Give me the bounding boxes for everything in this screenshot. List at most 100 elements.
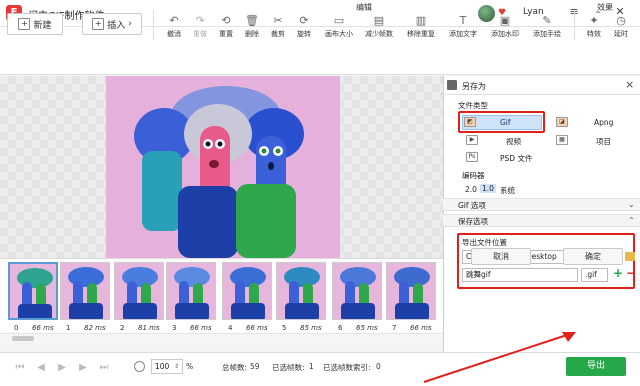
previous-frame-icon[interactable]: ◀ <box>35 361 47 375</box>
scissors-icon: ✂ <box>273 14 283 27</box>
frame-duration: 66 ms <box>32 324 54 332</box>
add-text-label: 添加文字 <box>449 30 477 38</box>
apng-format-icon: ◪ <box>556 117 568 127</box>
extension-select[interactable]: .gif <box>581 268 608 282</box>
effects-button[interactable]: ✦ 特效 <box>580 14 608 44</box>
gif-preview-image <box>106 76 340 258</box>
trash-icon: 🗑 <box>245 14 259 27</box>
frame-thumbnail[interactable] <box>114 262 164 320</box>
save-options-label: 保存选项 <box>458 217 488 226</box>
next-frame-icon[interactable]: ▶ <box>77 361 89 375</box>
format-psd-label[interactable]: PSD 文件 <box>500 153 532 164</box>
zoom-stepper-icon[interactable]: ⇕ <box>174 363 179 370</box>
frame-index: 1 <box>66 324 71 332</box>
gif-format-icon: ◩ <box>464 117 476 127</box>
reduce-frames-icon: ▤ <box>373 14 385 27</box>
last-frame-icon[interactable]: ⏭ <box>98 361 110 375</box>
zoom-icon[interactable] <box>134 361 145 372</box>
encoder-1-option[interactable]: 1.0 <box>480 184 496 193</box>
redo-icon: ↷ <box>195 14 205 27</box>
frame-index: 5 <box>282 324 287 332</box>
frame-duration: 66 ms <box>190 324 212 332</box>
frame-duration: 82 ms <box>84 324 106 332</box>
timeline-scrollbar[interactable] <box>0 333 443 343</box>
new-icon: + <box>18 18 31 30</box>
export-location-label: 导出文件位置 <box>462 238 507 247</box>
remove-icon[interactable]: − <box>626 266 636 280</box>
panel-close-icon[interactable]: × <box>625 78 634 91</box>
frame-index: 3 <box>172 324 177 332</box>
delay-label: 延时 <box>614 30 628 38</box>
delete-button[interactable]: 🗑 删除 <box>238 14 266 44</box>
frame-thumbnail[interactable] <box>276 262 326 320</box>
frame-thumbnail[interactable] <box>8 262 58 320</box>
remove-duplicates-button[interactable]: ▥ 移除重复 <box>404 14 438 44</box>
frame-thumbnail[interactable] <box>60 262 110 320</box>
total-frames-value: 59 <box>250 362 260 371</box>
gif-options-label: Gif 选项 <box>458 201 486 210</box>
confirm-button[interactable]: 确定 <box>563 248 623 265</box>
undo-icon: ↶ <box>169 14 179 27</box>
selected-index-value: 0 <box>376 362 381 371</box>
undo-button[interactable]: ↶ 撤消 <box>160 14 188 44</box>
new-button[interactable]: + 新建 <box>7 13 63 35</box>
insert-label: 插入 <box>107 20 126 31</box>
frame-thumbnail[interactable] <box>386 262 436 320</box>
zoom-input[interactable]: 100 ⇕ <box>151 359 183 374</box>
selected-frames-value: 1 <box>309 362 314 371</box>
frame-thumbnail[interactable] <box>166 262 216 320</box>
crop-button[interactable]: ✂ 裁剪 <box>264 14 292 44</box>
rotate-icon: ⟳ <box>299 14 309 27</box>
chevron-right-icon: › <box>128 19 132 29</box>
format-apng-label[interactable]: Apng <box>594 118 613 127</box>
zoom-value: 100 <box>155 362 170 371</box>
rotate-label: 旋转 <box>297 30 311 38</box>
panel-divider <box>443 94 640 95</box>
frame-duration: 81 ms <box>138 324 160 332</box>
watermark-icon: ▣ <box>499 14 511 27</box>
first-frame-icon[interactable]: ⏮ <box>14 361 26 375</box>
effects-label: 特效 <box>587 30 601 38</box>
zoom-unit: % <box>186 362 194 371</box>
canvas-size-button[interactable]: ▭ 画布大小 <box>322 14 356 44</box>
frame-index: 7 <box>392 324 397 332</box>
delay-button[interactable]: ◷ 延时 <box>607 14 635 44</box>
play-icon[interactable]: ▶ <box>56 361 68 375</box>
toolbar-divider <box>153 10 154 40</box>
filetype-label: 文件类型 <box>458 101 488 110</box>
new-label: 新建 <box>33 20 52 31</box>
add-watermark-button[interactable]: ▣ 添加水印 <box>488 14 522 44</box>
filename-input[interactable]: 跳舞gif <box>462 268 578 282</box>
format-project-label[interactable]: 项目 <box>596 136 611 147</box>
frame-thumbnail[interactable] <box>222 262 272 320</box>
chevron-down-icon: ⌄ <box>628 200 635 209</box>
clock-icon: ◷ <box>616 14 626 27</box>
frame-duration: 66 ms <box>246 324 268 332</box>
scrollbar-thumb[interactable] <box>12 336 34 341</box>
reset-button[interactable]: ⟲ 重置 <box>212 14 240 44</box>
frame-index: 4 <box>228 324 233 332</box>
cancel-button[interactable]: 取消 <box>471 248 531 265</box>
format-video-label[interactable]: 视频 <box>506 136 521 147</box>
redo-label: 重做 <box>193 30 207 38</box>
add-text-button[interactable]: T 添加文字 <box>446 14 480 44</box>
undo-label: 撤消 <box>167 30 181 38</box>
reduce-frames-button[interactable]: ▤ 减少帧数 <box>362 14 396 44</box>
chevron-up-icon: ⌃ <box>628 216 635 225</box>
redo-button[interactable]: ↷ 重做 <box>186 14 214 44</box>
folder-icon[interactable] <box>625 252 635 261</box>
selected-frames-label: 已选帧数: <box>272 363 305 372</box>
encoder-2-option[interactable]: 2.0 <box>465 185 477 194</box>
frame-duration: 65 ms <box>356 324 378 332</box>
edit-group-label: 编辑 <box>356 3 372 12</box>
toolbar-divider <box>574 10 575 40</box>
rotate-button[interactable]: ⟳ 旋转 <box>290 14 318 44</box>
frame-thumbnail[interactable] <box>332 262 382 320</box>
insert-button[interactable]: + 插入 › <box>82 13 142 35</box>
remove-duplicates-icon: ▥ <box>415 14 427 27</box>
reduce-frames-label: 减少帧数 <box>365 30 393 38</box>
encoder-system-option[interactable]: 系统 <box>500 185 515 196</box>
add-drawing-button[interactable]: ✎ 添加手绘 <box>530 14 564 44</box>
add-drawing-label: 添加手绘 <box>533 30 561 38</box>
add-icon[interactable]: + <box>613 266 623 280</box>
